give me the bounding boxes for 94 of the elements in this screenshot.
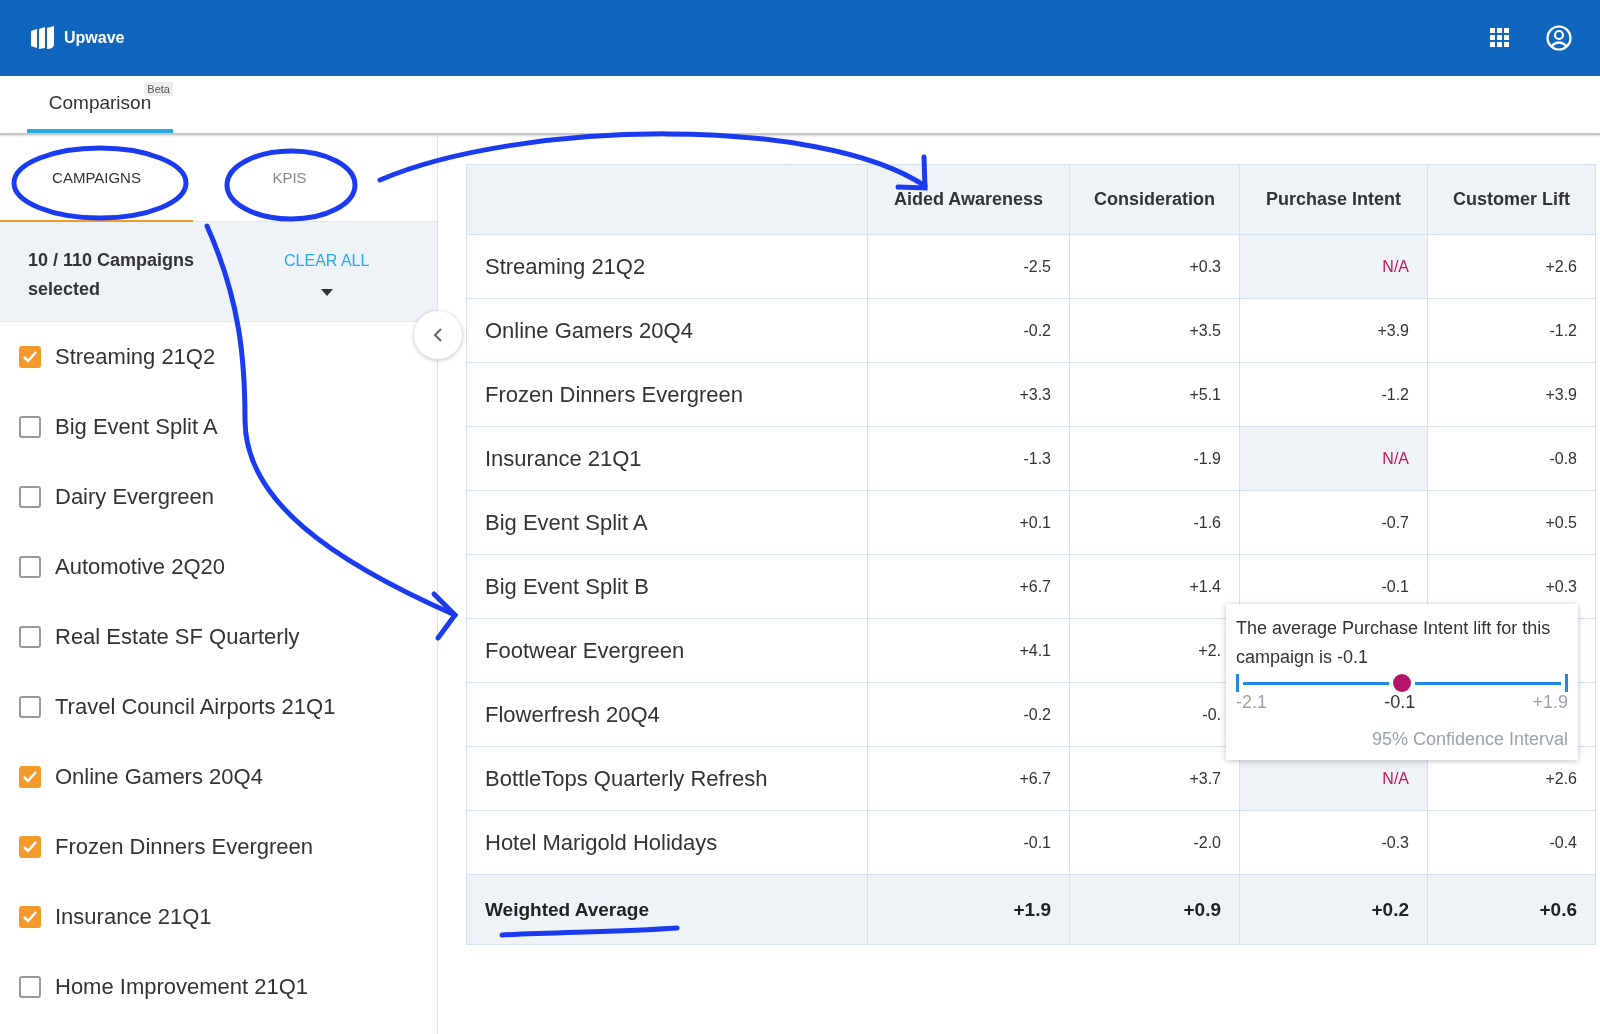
table-cell-text: +0.5 bbox=[1544, 513, 1577, 532]
table-cell-text: +4.1 bbox=[1018, 641, 1051, 660]
checkmark-icon bbox=[23, 351, 37, 363]
na-value: N/A bbox=[1381, 257, 1409, 276]
average-value: -0.1 bbox=[1384, 692, 1416, 713]
campaign-name: Streaming 21Q2 bbox=[485, 253, 646, 279]
column-header: Aided Awareness bbox=[867, 164, 1070, 235]
campaign-name: Automotive 2Q20 bbox=[55, 554, 225, 580]
table-cell-text: -0.4 bbox=[1548, 833, 1577, 852]
campaign-name: Big Event Split B bbox=[485, 573, 649, 599]
campaign-name: Streaming 21Q2 bbox=[55, 344, 216, 370]
campaign-name: Online Gamers 20Q4 bbox=[485, 317, 693, 343]
table-cell-text: +3.5 bbox=[1188, 321, 1221, 340]
campaign-name: Insurance 21Q1 bbox=[485, 445, 642, 471]
table-cell-text: +5.1 bbox=[1188, 385, 1221, 404]
table-cell-text: +2. bbox=[1197, 641, 1221, 660]
campaign-name: Frozen Dinners Evergreen bbox=[485, 381, 743, 407]
campaign-name: Hotel Marigold Holidays bbox=[485, 829, 718, 855]
table-cell-text: +3.3 bbox=[1018, 385, 1051, 404]
tooltip-text: The average Purchase Intent lift for this campaign is -0.1 bbox=[1236, 617, 1552, 669]
comparison-tab[interactable]: Comparison Beta bbox=[27, 76, 173, 133]
campaign-name: Real Estate SF Quarterly bbox=[55, 624, 300, 650]
table-cell-text: -0.2 bbox=[1022, 705, 1051, 724]
checkbox[interactable] bbox=[19, 696, 41, 718]
low-bound: -2.1 bbox=[1236, 692, 1268, 713]
checkbox[interactable] bbox=[19, 346, 41, 368]
column-header: Customer Lift bbox=[1427, 164, 1596, 235]
table-cell-text: -1.2 bbox=[1380, 385, 1409, 404]
campaign-name: Footwear Evergreen bbox=[485, 637, 685, 663]
campaign-name: Insurance 21Q1 bbox=[55, 904, 212, 930]
confidence-caption: 95% Confidence Interval bbox=[1371, 729, 1568, 750]
checkbox[interactable] bbox=[19, 766, 41, 788]
table-cell-text: -0.3 bbox=[1380, 833, 1409, 852]
column-header: Purchase Intent bbox=[1239, 164, 1428, 235]
weighted-average-label: Weighted Average bbox=[485, 898, 650, 921]
weighted-average-value: +1.9 bbox=[1012, 898, 1051, 921]
checkmark-icon bbox=[23, 841, 37, 853]
table-cell-text: -1.9 bbox=[1192, 449, 1221, 468]
table-cell-text: -0.1 bbox=[1022, 833, 1051, 852]
checkbox[interactable] bbox=[19, 976, 41, 998]
account-icon[interactable] bbox=[1546, 25, 1572, 51]
table-cell-text: +0.3 bbox=[1544, 577, 1577, 596]
campaign-name: Flowerfresh 20Q4 bbox=[485, 701, 660, 727]
table-cell-text: +1.4 bbox=[1188, 577, 1221, 596]
campaign-name: Home Improvement 21Q1 bbox=[55, 974, 309, 1000]
weighted-average-value: +0.9 bbox=[1182, 898, 1221, 921]
table-cell-text: +0.3 bbox=[1188, 257, 1221, 276]
table-cell-text: +3.9 bbox=[1544, 385, 1577, 404]
checkmark-icon bbox=[23, 771, 37, 783]
column-header: Consideration bbox=[1069, 164, 1240, 235]
na-value: N/A bbox=[1381, 769, 1409, 788]
checkbox[interactable] bbox=[19, 836, 41, 858]
table-cell-text: -2.0 bbox=[1192, 833, 1221, 852]
checkbox[interactable] bbox=[19, 486, 41, 508]
table-cell-text: +0.1 bbox=[1018, 513, 1051, 532]
table-cell-text: +6.7 bbox=[1018, 769, 1051, 788]
campaign-name: Big Event Split A bbox=[485, 509, 648, 535]
table-cell-text: +2.6 bbox=[1544, 769, 1577, 788]
campaign-name: Online Gamers 20Q4 bbox=[55, 764, 263, 790]
apps-grid-icon[interactable] bbox=[1490, 28, 1510, 48]
table-cell-text: -2.5 bbox=[1022, 257, 1051, 276]
selection-summary: 10 / 110 Campaigns selected bbox=[28, 249, 196, 297]
brand-name: Upwave bbox=[64, 29, 125, 47]
table-cell-text: -0.8 bbox=[1548, 449, 1577, 468]
checkmark-icon bbox=[23, 911, 37, 923]
table-cell-text: -0. bbox=[1201, 705, 1221, 724]
table-cell-text: -0.1 bbox=[1380, 577, 1409, 596]
na-value: N/A bbox=[1381, 449, 1409, 468]
checkbox[interactable] bbox=[19, 416, 41, 438]
high-bound: +1.9 bbox=[1532, 692, 1568, 713]
caret-icon[interactable] bbox=[320, 289, 333, 296]
campaign-name: Dairy Evergreen bbox=[55, 484, 214, 510]
beta-badge: Beta bbox=[144, 82, 173, 96]
table-cell-text: +3.7 bbox=[1188, 769, 1221, 788]
checkbox[interactable] bbox=[19, 626, 41, 648]
chevron-left-icon bbox=[433, 327, 443, 343]
table-cell-text: -0.2 bbox=[1022, 321, 1051, 340]
campaign-name: Travel Council Airports 21Q1 bbox=[55, 694, 336, 720]
table-cell-text: +3.9 bbox=[1376, 321, 1409, 340]
checkbox[interactable] bbox=[19, 906, 41, 928]
table-cell-text: +2.6 bbox=[1544, 257, 1577, 276]
logo-icon bbox=[30, 26, 56, 50]
table-cell-text: -1.3 bbox=[1022, 449, 1051, 468]
table-cell-text: -1.6 bbox=[1192, 513, 1221, 532]
weighted-average-value: +0.6 bbox=[1538, 898, 1577, 921]
sidebar-tab[interactable]: KPIS bbox=[193, 135, 386, 222]
table-cell-text: -1.2 bbox=[1548, 321, 1577, 340]
weighted-average-value: +0.2 bbox=[1370, 898, 1409, 921]
campaign-name: BottleTops Quarterly Refresh bbox=[485, 765, 768, 791]
campaign-name: Frozen Dinners Evergreen bbox=[55, 834, 313, 860]
table-cell-text: +6.7 bbox=[1018, 577, 1051, 596]
campaign-name: Big Event Split A bbox=[55, 414, 218, 440]
table-cell-text: -0.7 bbox=[1380, 513, 1409, 532]
checkbox[interactable] bbox=[19, 556, 41, 578]
